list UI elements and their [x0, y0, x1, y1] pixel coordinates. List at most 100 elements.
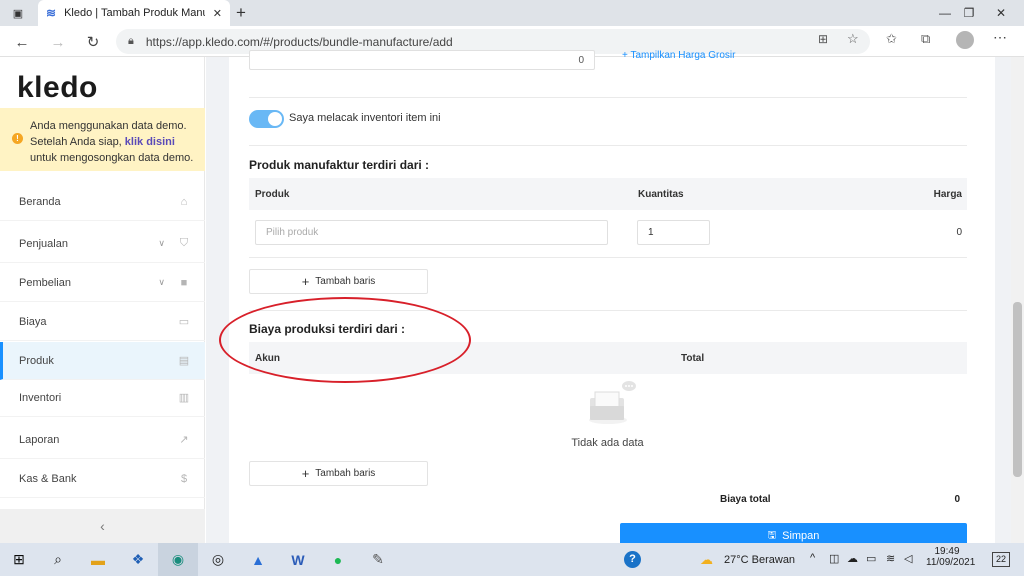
product-select[interactable]: Pilih produk: [255, 220, 608, 245]
demo-clear-link[interactable]: klik disini: [125, 136, 175, 148]
favorites-icon[interactable]: ✩: [886, 31, 897, 47]
file-explorer-icon[interactable]: ▬: [78, 543, 118, 576]
sidebar-item-label: Pembelian: [19, 276, 71, 289]
sidebar-item-label: Beranda: [19, 195, 61, 208]
cloud-drive-icon[interactable]: ▲: [238, 543, 278, 576]
empty-inbox-icon: [588, 381, 638, 426]
close-window-icon[interactable]: ✕: [978, 0, 1024, 26]
help-icon[interactable]: ?: [624, 551, 641, 568]
chart-icon: ↗: [179, 434, 189, 446]
price-input-value: 0: [578, 54, 584, 66]
quantity-input[interactable]: 1: [637, 220, 710, 245]
collapse-sidebar-button[interactable]: ‹: [0, 509, 205, 543]
clock[interactable]: 19:49 11/09/2021: [926, 546, 976, 568]
warehouse-icon: ▥: [178, 392, 190, 404]
sidebar-item-beranda[interactable]: Beranda ⌂: [0, 183, 205, 221]
spotify-icon[interactable]: ●: [318, 543, 358, 576]
add-row-button[interactable]: + Tambah baris: [249, 269, 428, 294]
paint-icon[interactable]: ✎: [358, 543, 398, 576]
clock-date: 11/09/2021: [926, 557, 976, 568]
sidebar-item-laporan[interactable]: Laporan ↗: [0, 421, 205, 459]
search-icon[interactable]: ⌕: [38, 543, 78, 576]
save-label: Simpan: [782, 530, 820, 542]
tab-title: Kledo | Tambah Produk Manufak: [64, 7, 205, 19]
tray-app-icon[interactable]: ◫: [829, 552, 839, 565]
price-value: 0: [956, 227, 962, 238]
volume-icon[interactable]: ◁: [904, 552, 912, 565]
more-icon[interactable]: ⋯: [993, 29, 1007, 46]
divider: [249, 97, 967, 98]
grosir-link-label: Tampilkan Harga Grosir: [630, 50, 736, 61]
track-inventory-toggle[interactable]: [249, 110, 284, 128]
obs-icon[interactable]: ◎: [198, 543, 238, 576]
plus-icon: +: [301, 466, 310, 481]
kledo-favicon-icon: ≋: [46, 6, 57, 20]
home-icon: ⌂: [180, 195, 188, 208]
track-inventory-label: Saya melacak inventori item ini: [289, 112, 441, 124]
close-tab-icon[interactable]: ✕: [213, 7, 222, 20]
save-icon: 🖫︎: [767, 529, 777, 541]
sidebar-item-penjualan[interactable]: Penjualan ∨ ⛉: [0, 225, 205, 263]
sidebar-item-inventori[interactable]: Inventori ▥: [0, 379, 205, 417]
sidebar-item-label: Produk: [19, 354, 54, 367]
quantity-value: 1: [648, 227, 654, 238]
sidebar-item-produk[interactable]: Produk ▤: [0, 342, 205, 380]
apps-icon[interactable]: ⊞: [818, 32, 828, 46]
empty-state-text: Tidak ada data: [571, 437, 644, 449]
forward-icon[interactable]: →: [46, 30, 70, 54]
plus-icon: +: [301, 274, 310, 289]
total-value: 0: [954, 494, 960, 505]
demo-text-end: untuk mengosongkan data demo.: [30, 152, 194, 164]
col-produk: Produk: [255, 188, 290, 200]
profile-avatar[interactable]: [956, 31, 974, 49]
weather-icon: ☁: [700, 552, 713, 567]
add-row-label: Tambah baris: [315, 468, 376, 479]
col-kuantitas: Kuantitas: [638, 188, 684, 200]
dollar-icon: $: [180, 472, 188, 485]
windows-start-icon[interactable]: ⊞: [0, 543, 38, 576]
notification-icon[interactable]: 22: [992, 552, 1010, 567]
add-row-button[interactable]: + Tambah baris: [249, 461, 428, 486]
tab-actions-icon[interactable]: ▣: [10, 5, 26, 21]
add-row-label: Tambah baris: [315, 276, 376, 287]
sidebar-item-label: Inventori: [19, 391, 62, 404]
sidebar-item-kas-bank[interactable]: Kas & Bank $: [0, 460, 205, 498]
new-tab-icon[interactable]: +: [236, 3, 246, 23]
basket-icon: ⛉: [179, 237, 189, 249]
url-text: https://app.kledo.com/#/products/bundle-…: [145, 34, 453, 49]
favorite-add-icon[interactable]: ☆: [847, 31, 859, 47]
clock-time: 19:49: [934, 546, 960, 557]
annotation-circle: [219, 297, 471, 383]
windows-taskbar: ⊞ ⌕ ▬ ❖ ◉ ◎ ▲ W ● ✎ ? ☁ 27°C Berawan ^ ◫…: [0, 543, 1024, 576]
refresh-icon[interactable]: ↻: [81, 30, 105, 54]
demo-notice: ! Anda menggunakan data demo. Setelah An…: [0, 108, 205, 171]
weather-text[interactable]: 27°C Berawan: [724, 554, 795, 566]
sidebar-item-biaya[interactable]: Biaya ▭: [0, 303, 205, 341]
sidebar-item-label: Biaya: [19, 315, 47, 328]
toggle-knob: [268, 112, 282, 126]
divider: [249, 257, 967, 258]
edge-icon[interactable]: ◉: [158, 543, 198, 576]
back-icon[interactable]: ←: [10, 30, 34, 54]
collections-icon[interactable]: ⧉: [921, 31, 930, 47]
price-input[interactable]: 0: [249, 50, 595, 70]
chevron-down-icon: ∨: [158, 238, 165, 248]
section-title-produk-manufaktur: Produk manufaktur terdiri dari :: [249, 158, 430, 172]
onedrive-icon[interactable]: ☁: [847, 552, 858, 565]
chevron-left-icon: ‹: [100, 518, 105, 534]
total-label: Biaya total: [720, 494, 771, 505]
word-icon[interactable]: W: [278, 543, 318, 576]
wifi-icon[interactable]: ≋: [886, 552, 895, 565]
sidebar-item-pembelian[interactable]: Pembelian ∨ ■: [0, 264, 205, 302]
sidebar-item-label: Kas & Bank: [19, 472, 77, 485]
chevron-up-icon[interactable]: ^: [810, 552, 815, 564]
scrollbar-thumb[interactable]: [1013, 302, 1022, 477]
chevron-down-icon: ∨: [158, 277, 165, 287]
dropbox-icon[interactable]: ❖: [118, 543, 158, 576]
battery-icon[interactable]: ▭: [866, 552, 876, 565]
grosir-link[interactable]: + Tampilkan Harga Grosir: [622, 50, 735, 61]
kledo-logo[interactable]: kledo: [17, 71, 98, 105]
sidebar: kledo ! Anda menggunakan data demo. Sete…: [0, 57, 205, 543]
browser-tab[interactable]: ≋ Kledo | Tambah Produk Manufak ✕: [38, 0, 230, 26]
lock-icon: 🔒︎: [128, 35, 134, 47]
